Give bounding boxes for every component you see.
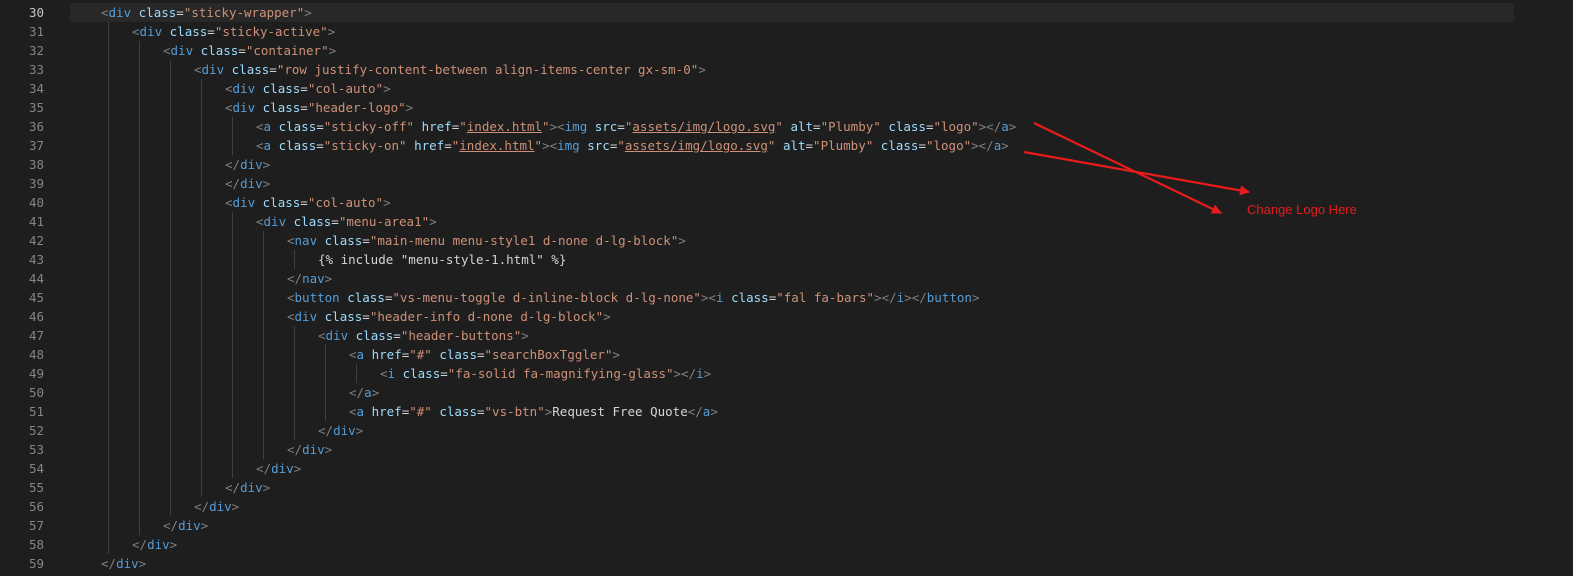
annotation-arrow-line-37 [1023, 150, 1250, 196]
annotation-label: Change Logo Here [1247, 202, 1357, 217]
annotation-arrows [1023, 122, 1250, 214]
annotation-arrow-line-36 [1033, 122, 1222, 214]
